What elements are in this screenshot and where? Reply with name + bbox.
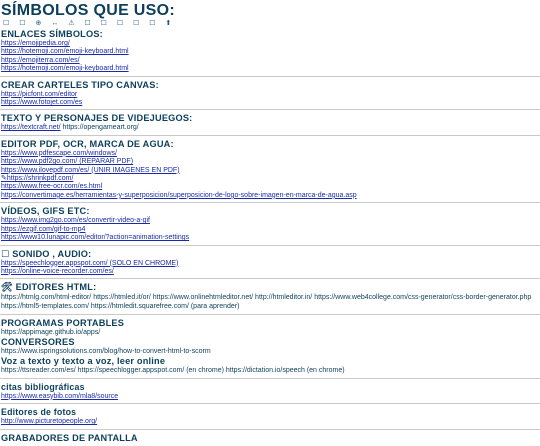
link-pdfescape[interactable]: https://www.pdfescape.com/windows/: [1, 150, 540, 158]
link-emojiterra[interactable]: https://emojiterra.com/es/: [1, 57, 540, 65]
link-hotemoji-2[interactable]: https://hotemoji.com/emoji-keyboard.html: [1, 65, 540, 73]
portables-text: https://appimage.github.io/apps/: [1, 328, 101, 336]
link-img2go[interactable]: https://www.img2go.com/es/convertir-vide…: [1, 217, 540, 225]
link-easybib[interactable]: https://www.easybib.com/mla8/source: [1, 393, 540, 401]
link-convertimage[interactable]: https://convertimage.es/herramientas-y-s…: [1, 192, 540, 200]
html-editors-text: https://htmlg.com/html-editor/ https://h…: [1, 294, 532, 310]
link-picturetopeople[interactable]: http://www.picturetopeople.org/: [1, 418, 540, 426]
section-videos: VÍDEOS, GIFS ETC: https://www.img2go.com…: [0, 206, 540, 246]
link-voice-recorder[interactable]: https://online-voice-recorder.com/es/: [1, 268, 540, 276]
section-pdf: EDITOR PDF, OCR, MARCA DE AGUA: https://…: [0, 138, 540, 204]
document: SÍMBOLOS QUE USO: ☐ ☐ ⊕ ↔ ⚠ ☐ ☐ ☐ ☐ ☐ ⬆ …: [0, 0, 540, 446]
section-simbolos: SÍMBOLOS QUE USO: ☐ ☐ ⊕ ↔ ⚠ ☐ ☐ ☐ ☐ ☐ ⬆ …: [0, 2, 540, 77]
section-fotos: Editores de fotos http://www.picturetope…: [0, 407, 540, 430]
conversores-text: https://www.ispringsolutions.com/blog/ho…: [1, 347, 211, 355]
section-texto: TEXTO Y PERSONAJES DE VIDEJUEGOS: https:…: [0, 113, 540, 136]
symbols-row: ☐ ☐ ⊕ ↔ ⚠ ☐ ☐ ☐ ☐ ☐ ⬆: [3, 20, 176, 27]
page-title: SÍMBOLOS QUE USO:: [1, 2, 175, 19]
link-hotemoji[interactable]: https://hotemoji.com/emoji-keyboard.html: [1, 48, 540, 56]
heading-citas: citas bibliográficas: [1, 381, 85, 392]
voz-text: https://ttsreader.com/es/ https://speech…: [1, 367, 345, 375]
heading-conversores: CONVERSORES: [1, 336, 75, 347]
heading-pdf: EDITOR PDF, OCR, MARCA DE AGUA:: [1, 138, 174, 149]
heading-portables: PROGRAMAS PORTABLES: [1, 317, 125, 328]
heading-fotos: Editores de fotos: [1, 407, 77, 418]
link-ezgif[interactable]: https://ezgif.com/gif-to-mp4: [1, 226, 540, 234]
section-carteles: CREAR CARTELES TIPO CANVAS: https://picf…: [0, 80, 540, 111]
link-free-ocr[interactable]: https://www.free-ocr.com/es.html: [1, 183, 540, 191]
heading-videos: VÍDEOS, GIFS ETC:: [1, 206, 90, 217]
heading-sonido: ☐ SONIDO , AUDIO:: [1, 248, 92, 259]
link-lunapic[interactable]: https://www10.lunapic.com/editor/?action…: [1, 234, 540, 242]
heading-enlaces: ENLACES SÍMBOLOS:: [1, 29, 103, 39]
section-html: 🛠 EDITORES HTML: https://htmlg.com/html-…: [0, 282, 540, 315]
link-ilovepdf[interactable]: https://www.ilovepdf.com/es/ (UNIR IMAGE…: [1, 167, 540, 175]
link-speechlogger[interactable]: https://speechlogger.appspot.com/ (SOLO …: [1, 260, 540, 268]
heading-voz: Voz a texto y texto a voz, leer online: [1, 356, 166, 367]
text-opengameart: https://opengameart.org/: [60, 124, 139, 132]
section-sonido: ☐ SONIDO , AUDIO: https://speechlogger.a…: [0, 249, 540, 280]
link-shrinkpdf[interactable]: ✎https://shrinkpdf.com/: [1, 175, 540, 183]
heading-carteles: CREAR CARTELES TIPO CANVAS:: [1, 79, 159, 90]
heading-texto: TEXTO Y PERSONAJES DE VIDEJUEGOS:: [1, 113, 193, 124]
link-picfont[interactable]: https://picfont.com/editor: [1, 91, 540, 99]
section-portables: PROGRAMAS PORTABLES https://appimage.git…: [0, 318, 540, 379]
link-pdf2go[interactable]: https://www.pdf2go.com/ (REPARAR PDF): [1, 158, 540, 166]
section-grabadores: GRABADORES DE PANTALLA: [0, 433, 540, 446]
section-citas: citas bibliográficas https://www.easybib…: [0, 381, 540, 405]
heading-grabadores: GRABADORES DE PANTALLA: [1, 432, 138, 443]
link-fotojet[interactable]: https://www.fotojet.com/es: [1, 99, 540, 107]
link-emojipedia[interactable]: https://emojipedia.org/: [1, 40, 540, 48]
link-textcraft[interactable]: https://textcraft.net/: [1, 124, 61, 131]
texto-links-line: https://textcraft.net/ https://opengamea…: [1, 124, 540, 132]
heading-html: 🛠 EDITORES HTML:: [1, 282, 97, 293]
